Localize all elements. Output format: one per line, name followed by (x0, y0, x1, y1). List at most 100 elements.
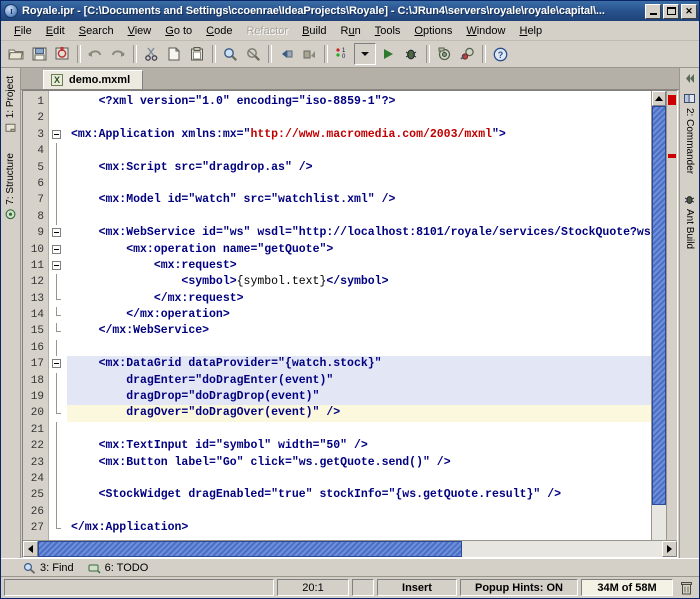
code-line[interactable]: <mx:DataGrid dataProvider="{watch.stock}… (67, 356, 651, 373)
code-folding-column[interactable] (49, 91, 67, 540)
code-line[interactable]: <mx:Button label="Go" click="ws.getQuote… (67, 455, 651, 471)
code-line[interactable]: </mx:operation> (67, 307, 651, 323)
code-line[interactable]: <?xml version="1.0" encoding="iso-8859-1… (67, 94, 651, 110)
code-line[interactable]: dragOver="doDragOver(event)" /> (67, 405, 651, 422)
popup-hints-indicator[interactable]: Popup Hints: ON (460, 579, 578, 596)
code-line[interactable]: <StockWidget dragEnabled="true" stockInf… (67, 487, 651, 503)
fold-marker[interactable] (49, 356, 67, 372)
code-line[interactable]: dragEnter="doDragEnter(event)" (67, 372, 651, 390)
project-settings-icon[interactable] (456, 43, 478, 65)
horizontal-scroll-thumb[interactable] (38, 541, 463, 557)
sidebar-item-project[interactable]: 1: Project (3, 72, 18, 137)
code-line[interactable]: </mx:WebService> (67, 323, 651, 339)
vertical-scroll-track[interactable] (652, 106, 666, 540)
code-line[interactable]: </mx:request> (67, 291, 651, 307)
editor-vertical-scrollbar[interactable] (651, 91, 666, 540)
scroll-left-button[interactable] (23, 541, 38, 557)
code-line[interactable] (67, 143, 651, 159)
tab-demo-mxml[interactable]: X demo.mxml (43, 70, 144, 89)
line-number: 14 (30, 309, 44, 322)
open-folder-icon[interactable] (5, 43, 27, 65)
fold-marker[interactable] (49, 258, 67, 274)
bottom-tab-find[interactable]: 3: Find (23, 562, 74, 574)
replace-icon[interactable] (242, 43, 264, 65)
code-line[interactable]: <mx:operation name="getQuote"> (67, 242, 651, 258)
scroll-up-button[interactable] (652, 91, 666, 106)
undo-icon[interactable] (84, 43, 106, 65)
code-line[interactable]: <mx:request> (67, 258, 651, 274)
cut-icon[interactable] (140, 43, 162, 65)
back-icon[interactable] (275, 43, 297, 65)
save-all-icon[interactable] (51, 43, 73, 65)
bottom-tab-todo[interactable]: 6: TODO (88, 562, 148, 574)
menu-edit[interactable]: Edit (39, 23, 72, 39)
trash-icon[interactable] (676, 579, 696, 596)
menu-window[interactable]: Window (459, 23, 512, 39)
insert-mode-indicator[interactable]: Insert (377, 579, 457, 596)
compile-icon[interactable]: 10 (331, 43, 353, 65)
run-config-dropdown-icon[interactable] (354, 43, 376, 65)
code-line[interactable]: dragDrop="doDragDrop(event)" (67, 389, 651, 406)
code-line[interactable] (67, 471, 651, 487)
paste-icon[interactable] (186, 43, 208, 65)
minimize-button[interactable] (645, 3, 661, 19)
menu-run[interactable]: Run (334, 23, 368, 39)
menu-search[interactable]: Search (72, 23, 121, 39)
menu-help[interactable]: Help (512, 23, 549, 39)
code-line[interactable] (67, 422, 651, 438)
error-marker[interactable] (668, 95, 676, 106)
menu-build[interactable]: Build (295, 23, 333, 39)
toolbar-separator (133, 45, 137, 63)
sidebar-item-ant-build[interactable]: Ant Build (682, 190, 697, 253)
close-button[interactable]: ✕ (681, 3, 697, 19)
caret-position[interactable]: 20:1 (277, 579, 349, 596)
code-line[interactable]: <mx:Script src="dragdrop.as" /> (67, 160, 651, 176)
code-line[interactable]: <mx:Application xmlns:mx= "http://www.mac… (67, 127, 651, 143)
copy-icon[interactable] (163, 43, 185, 65)
code-line[interactable]: <mx:WebService id="ws" wsdl="http://loca… (67, 225, 651, 241)
sidebar-item-structure[interactable]: 7: Structure (3, 149, 18, 224)
code-line[interactable]: <symbol>{symbol.text}</symbol> (67, 274, 651, 290)
error-marker-strip[interactable] (666, 91, 677, 540)
code-line[interactable]: <mx:TextInput id="symbol" width="50" /> (67, 438, 651, 454)
editor-horizontal-scrollbar[interactable] (23, 540, 677, 557)
code-line[interactable] (67, 504, 651, 520)
menu-view[interactable]: View (121, 23, 159, 39)
redo-icon[interactable] (107, 43, 129, 65)
bottom-tab-find-label: 3: Find (40, 561, 74, 574)
code-line[interactable] (67, 176, 651, 192)
menu-tools[interactable]: Tools (368, 23, 408, 39)
menu-options[interactable]: Options (407, 23, 459, 39)
find-icon[interactable] (219, 43, 241, 65)
fold-marker (49, 487, 67, 504)
vertical-scroll-thumb[interactable] (652, 106, 666, 506)
collapse-left-icon[interactable] (683, 72, 696, 85)
fold-marker[interactable] (49, 127, 67, 143)
fold-marker[interactable] (49, 242, 67, 258)
fold-marker[interactable] (49, 225, 67, 241)
sidebar-item-commander[interactable]: 2: Commander (682, 89, 697, 178)
line-number: 2 (37, 112, 44, 125)
help-icon[interactable]: ? (489, 43, 511, 65)
debug-icon[interactable] (400, 43, 422, 65)
code-line[interactable] (67, 110, 651, 126)
menu-goto[interactable]: Go to (158, 23, 199, 39)
code-text-area[interactable]: <?xml version="1.0" encoding="iso-8859-1… (67, 91, 651, 540)
menu-code[interactable]: Code (199, 23, 239, 39)
line-number: 16 (30, 341, 44, 354)
maximize-button[interactable] (663, 3, 679, 19)
line-number: 20 (30, 407, 44, 420)
menu-file[interactable]: File (7, 23, 39, 39)
forward-icon[interactable] (298, 43, 320, 65)
settings-icon[interactable] (433, 43, 455, 65)
memory-indicator[interactable]: 34M of 58M (581, 579, 673, 596)
scroll-right-button[interactable] (662, 541, 677, 557)
horizontal-scroll-track[interactable] (38, 541, 662, 557)
save-icon[interactable] (28, 43, 50, 65)
code-line[interactable] (67, 209, 651, 225)
error-marker[interactable] (668, 153, 676, 158)
code-line[interactable]: <mx:Model id="watch" src="watchlist.xml"… (67, 192, 651, 208)
run-icon[interactable] (377, 43, 399, 65)
code-line[interactable]: </mx:Application> (67, 520, 651, 536)
code-line[interactable] (67, 340, 651, 356)
